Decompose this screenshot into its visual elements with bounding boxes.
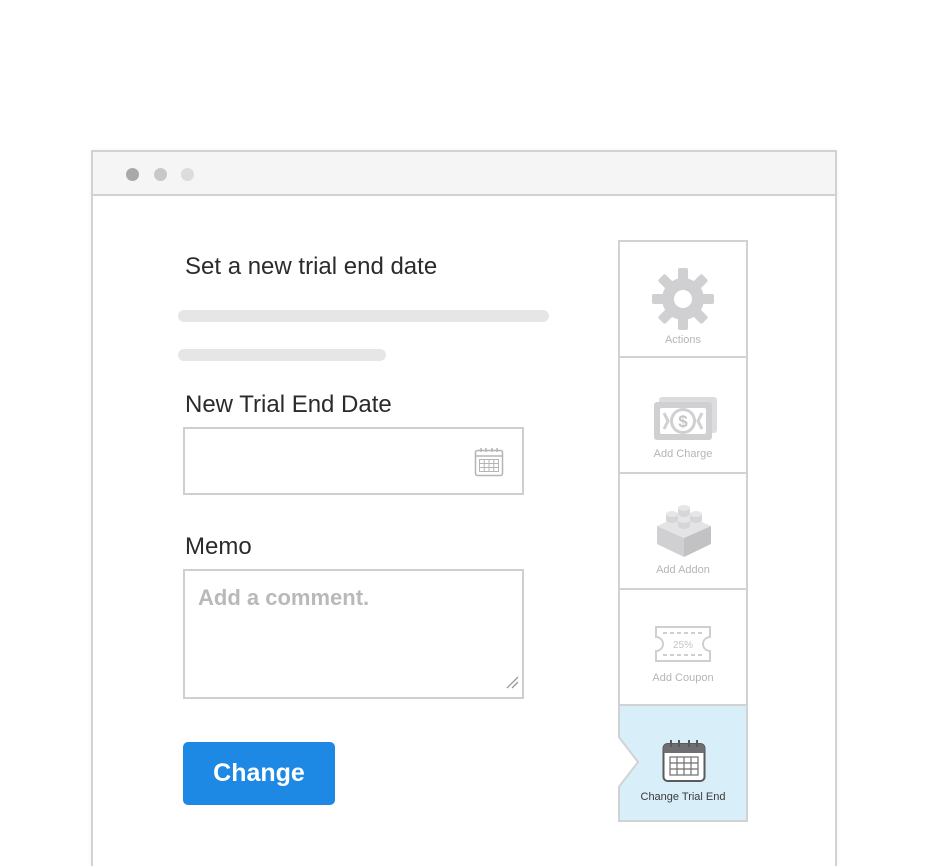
- coupon-icon: 25%: [653, 624, 713, 669]
- panel-item-label: Add Charge: [653, 448, 713, 460]
- memo-field-label: Memo: [185, 533, 252, 560]
- action-panel: Actions $ Add Charge Add Addon 25% Add C…: [617, 240, 748, 822]
- window-dot-2[interactable]: [154, 168, 167, 181]
- window-dot-3[interactable]: [181, 168, 194, 181]
- resize-grip-icon[interactable]: [505, 675, 519, 694]
- placeholder-text-line: [178, 349, 386, 361]
- panel-item-add-coupon[interactable]: 25% Add Coupon: [620, 590, 746, 706]
- panel-item-label: Actions: [664, 334, 702, 346]
- placeholder-text-line: [178, 310, 549, 322]
- panel-item-add-addon[interactable]: Add Addon: [620, 474, 746, 590]
- calendar-icon: [662, 739, 706, 788]
- panel-item-label: Add Coupon: [652, 672, 714, 684]
- memo-placeholder: Add a comment.: [198, 585, 370, 610]
- money-icon: $: [653, 396, 719, 447]
- trial-end-date-input[interactable]: [183, 427, 524, 495]
- panel-item-add-charge[interactable]: $ Add Charge: [620, 358, 746, 474]
- panel-item-change-trial-end[interactable]: Change Trial End: [617, 706, 746, 820]
- change-button[interactable]: Change: [183, 742, 335, 805]
- page-title: Set a new trial end date: [185, 253, 438, 280]
- panel-item-label: Change Trial End: [640, 791, 726, 803]
- memo-textarea[interactable]: Add a comment.: [183, 569, 524, 699]
- coupon-icon-text: 25%: [673, 640, 693, 651]
- lego-brick-icon: [655, 500, 713, 563]
- svg-text:$: $: [678, 412, 688, 431]
- gear-icon: [651, 267, 715, 336]
- window-titlebar: [93, 152, 835, 196]
- panel-item-label: Add Addon: [656, 564, 710, 576]
- browser-window: Set a new trial end date New Trial End D…: [91, 150, 837, 866]
- date-field-label: New Trial End Date: [185, 391, 392, 418]
- window-dot-1[interactable]: [126, 168, 139, 181]
- calendar-icon[interactable]: [474, 447, 504, 482]
- active-pointer: [617, 735, 640, 793]
- panel-item-actions[interactable]: Actions: [620, 242, 746, 358]
